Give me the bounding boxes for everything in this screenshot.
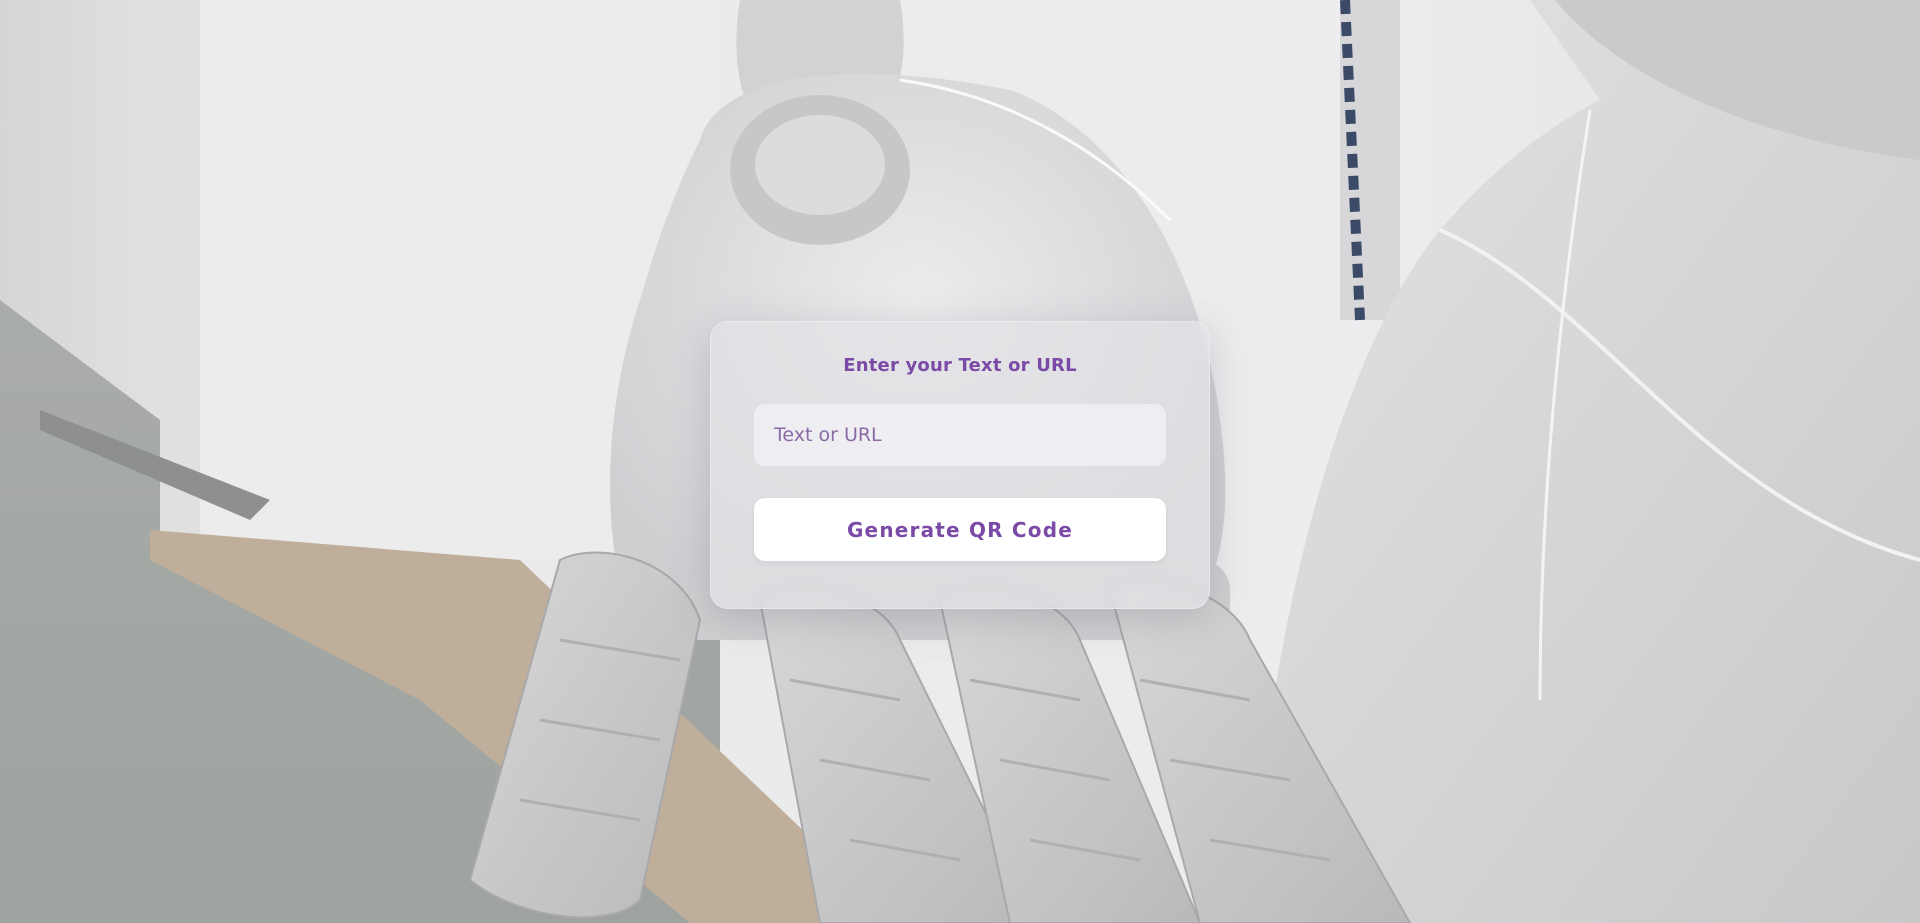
text-or-url-input[interactable] [754, 404, 1166, 466]
generate-qr-code-button[interactable]: Generate QR Code [754, 498, 1166, 561]
qr-generator-card: Enter your Text or URL Generate QR Code [710, 321, 1210, 609]
form-title: Enter your Text or URL [843, 355, 1077, 376]
